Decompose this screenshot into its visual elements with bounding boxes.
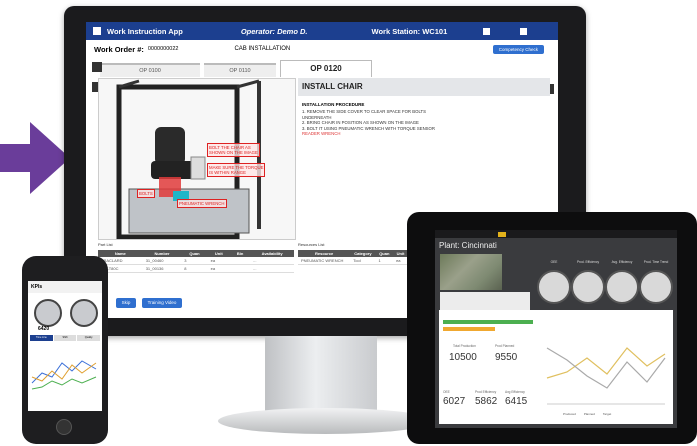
app-logo-icon xyxy=(93,27,101,35)
callout-bolts: BOLTS xyxy=(137,189,155,198)
cab-illustration-icon xyxy=(116,79,261,240)
tablet-nav-bar xyxy=(435,230,677,238)
phone-kpi-value: 6420 xyxy=(38,326,50,332)
nav-active-indicator[interactable] xyxy=(498,231,506,237)
cell: 3 xyxy=(181,257,208,265)
procedure-line-red: READER WRENCH xyxy=(302,131,341,136)
oee-value: 6027 xyxy=(443,396,466,407)
cell: 31_00460 xyxy=(142,257,182,265)
trend-line-chart xyxy=(546,347,666,405)
work-order-number: 0000000022 xyxy=(147,46,179,52)
tab-op-0120[interactable]: OP 0120 xyxy=(280,60,372,77)
progress-bar-orange xyxy=(443,327,495,331)
chart-legend: Produced Planned Target xyxy=(563,412,612,416)
phone-tabs: Time Line Shift Quality xyxy=(30,335,101,341)
phone-gauge-left xyxy=(34,299,62,327)
workstation-label: Work Station: WC101 xyxy=(371,26,448,36)
operator-label: Operator: Demo D. xyxy=(240,26,308,36)
operation-tabs: OP 0100 OP 0110 OP 0120 xyxy=(86,60,558,77)
part-list-table: Name Number Quan Unit Bin Availability T… xyxy=(98,250,294,273)
cell: 31_00136 xyxy=(142,264,182,273)
production-value: 10500 xyxy=(449,352,477,363)
column-header: Availability xyxy=(250,250,294,257)
expand-icon[interactable] xyxy=(92,62,102,72)
column-header: Bin xyxy=(229,250,251,257)
app-header-bar: Work Instruction App Operator: Demo D. W… xyxy=(86,22,558,40)
avg-value: 6415 xyxy=(505,396,528,407)
column-header: Category xyxy=(350,250,376,257)
callout-torque: MAKE SURE THE TORQUE IS WITHIN RANGE xyxy=(207,163,266,177)
column-header: Number xyxy=(142,250,182,257)
phone-screen: KPIs 6420 Time Line Shift Quality xyxy=(28,281,102,411)
oee-label: OEE xyxy=(443,390,450,394)
cell: ea xyxy=(207,257,230,265)
phone-gauge-right xyxy=(70,299,98,327)
table-row[interactable]: PNEUMATIC WRENCH Tool 1 ea xyxy=(298,257,408,265)
cell: ea xyxy=(207,264,230,273)
tab-op-0100[interactable]: OP 0100 xyxy=(100,63,200,77)
flag-icon[interactable] xyxy=(483,27,491,35)
avg-label: Avg Efficiency xyxy=(505,390,525,394)
instruction-title: INSTALL CHAIR xyxy=(298,78,550,96)
progress-bar-green xyxy=(443,320,533,324)
cell xyxy=(229,257,251,265)
production-label: Total Production xyxy=(453,344,476,348)
column-header: Unit xyxy=(207,250,230,257)
table-row[interactable]: BOLT80C 31_00136 8 ea ... xyxy=(98,264,294,273)
callout-bolt-chair: BOLT THE CHAIR AS SHOWN ON THE IMAGE xyxy=(207,143,260,157)
tab-quality[interactable]: Quality xyxy=(77,335,101,341)
purple-arrow-icon xyxy=(0,122,70,194)
part-list-caption: Part List xyxy=(98,242,113,247)
column-header: Quan xyxy=(375,250,394,257)
cell: ea xyxy=(393,257,408,265)
gauge-avg-efficiency: Avg. Efficiency xyxy=(605,260,639,304)
column-header: Quan xyxy=(181,250,208,257)
tab-shift[interactable]: Shift xyxy=(53,335,77,341)
tab-op-0110[interactable]: OP 0110 xyxy=(204,63,276,77)
training-video-button[interactable]: Training Video xyxy=(142,298,182,308)
settings-flag-icon[interactable] xyxy=(520,27,528,35)
tablet-screen: Plant: Cincinnati OEE Prod. Efficiency A… xyxy=(435,230,677,428)
plant-title: Plant: Cincinnati xyxy=(439,241,497,250)
cell: ... xyxy=(250,257,294,265)
cell xyxy=(229,264,251,273)
eff-label: Prod Efficiency xyxy=(475,390,497,394)
skip-button[interactable]: Skip xyxy=(116,298,136,308)
monitor-stand xyxy=(265,336,377,416)
planned-value: 9550 xyxy=(495,352,518,363)
resources-table: Resource Category Quan Unit PNEUMATIC WR… xyxy=(298,250,408,265)
work-order-label: Work Order #: xyxy=(94,44,144,54)
column-header: Resource xyxy=(298,250,351,257)
cell: 1 xyxy=(375,257,394,265)
work-order-bar: Work Order #: 0000000022 CAB INSTALLATIO… xyxy=(86,40,558,58)
planned-label: Prod Planned xyxy=(495,344,515,348)
cab-image: BOLT THE CHAIR AS SHOWN ON THE IMAGE MAK… xyxy=(98,78,296,240)
cell: PNEUMATIC WRENCH xyxy=(298,257,351,265)
column-header: Unit xyxy=(393,250,408,257)
tab-time-line[interactable]: Time Line xyxy=(30,335,53,341)
table-row[interactable]: TRACLARD 31_00460 3 ea ... xyxy=(98,257,294,265)
tablet-dashboard-panel: Total Production 10500 Prod Planned 9550… xyxy=(439,310,673,424)
app-title: Work Instruction App xyxy=(107,26,183,36)
callout-wrench: PNEUMATIC WRENCH xyxy=(177,199,227,208)
gauge-oee: OEE xyxy=(537,260,571,304)
work-order-title: CAB INSTALLATION xyxy=(234,46,291,52)
eff-value: 5862 xyxy=(475,396,498,407)
competency-check-button[interactable]: Competency Check xyxy=(492,44,544,54)
monitor-stand-base xyxy=(218,408,433,434)
column-header: Name xyxy=(98,250,143,257)
cell: Tool xyxy=(350,257,376,265)
resources-caption: Resources List xyxy=(298,242,325,247)
phone-title: KPIs xyxy=(28,281,102,293)
phone-home-button[interactable] xyxy=(56,419,72,435)
cell: 8 xyxy=(181,264,208,273)
plant-map-image xyxy=(440,254,502,290)
phone-line-chart xyxy=(31,360,97,390)
cell: ... xyxy=(250,264,294,273)
procedure-heading: INSTALLATION PROCEDURE xyxy=(302,102,365,107)
gauge-prod-efficiency: Prod. Efficiency xyxy=(571,260,605,304)
gauge-prod-time-trend: Prod. Time Trend xyxy=(639,260,673,304)
